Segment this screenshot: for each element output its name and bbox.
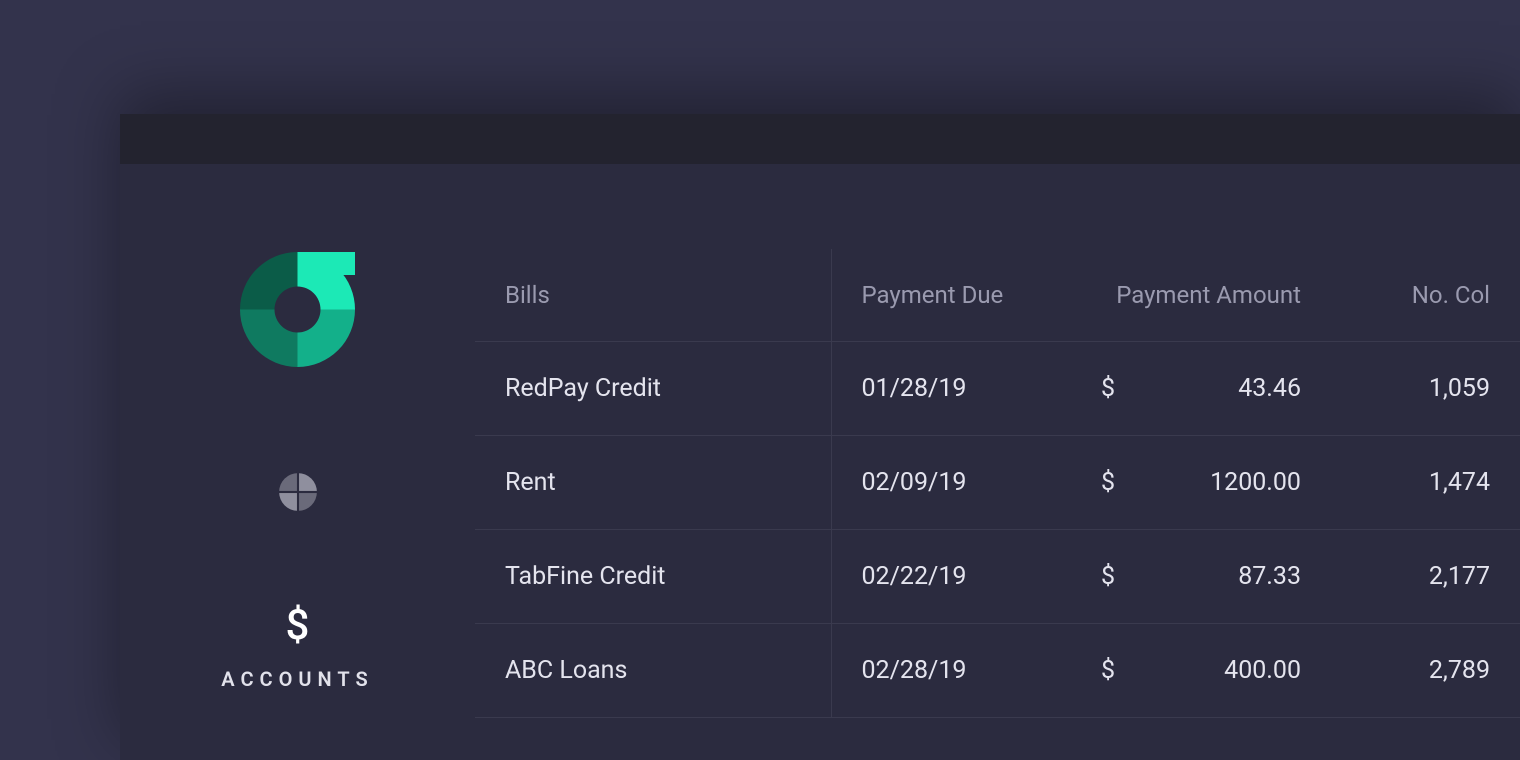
cell-bills: ABC Loans — [475, 624, 831, 718]
cell-bills: RedPay Credit — [475, 342, 831, 436]
bills-table: Bills Payment Due Payment Amount No. Col… — [475, 249, 1520, 718]
pie-chart-icon — [277, 471, 319, 517]
logo-icon — [240, 252, 355, 367]
cell-payment-due: 01/28/19 — [831, 342, 1071, 436]
currency-symbol: $ — [1101, 374, 1115, 403]
window-title-bar — [120, 114, 1520, 164]
amount-value: 400.00 — [1224, 656, 1301, 685]
currency-symbol: $ — [1101, 656, 1115, 685]
cell-no-col: 1,059 — [1301, 342, 1520, 436]
amount-value: 1200.00 — [1210, 468, 1301, 497]
amount-value: 43.46 — [1238, 374, 1301, 403]
cell-no-col: 2,177 — [1301, 530, 1520, 624]
cell-payment-due: 02/22/19 — [831, 530, 1071, 624]
currency-symbol: $ — [1101, 468, 1115, 497]
cell-payment-amount: $400.00 — [1071, 624, 1301, 718]
nav-item-overview[interactable] — [277, 471, 319, 517]
table-header-payment-amount[interactable]: Payment Amount — [1071, 249, 1301, 342]
cell-payment-amount: $43.46 — [1071, 342, 1301, 436]
cell-no-col: 2,789 — [1301, 624, 1520, 718]
table-row[interactable]: Rent02/09/19$1200.001,474 — [475, 436, 1520, 530]
cell-no-col: 1,474 — [1301, 436, 1520, 530]
cell-payment-due: 02/28/19 — [831, 624, 1071, 718]
table-header-no-col[interactable]: No. Col — [1301, 249, 1520, 342]
table-row[interactable]: TabFine Credit02/22/19$87.332,177 — [475, 530, 1520, 624]
main-content: Bills Payment Due Payment Amount No. Col… — [475, 249, 1520, 718]
table-row[interactable]: ABC Loans02/28/19$400.002,789 — [475, 624, 1520, 718]
amount-value: 87.33 — [1238, 562, 1301, 591]
table-header-row: Bills Payment Due Payment Amount No. Col — [475, 249, 1520, 342]
sidebar: $ ACCOUNTS — [120, 164, 475, 760]
cell-payment-amount: $87.33 — [1071, 530, 1301, 624]
table-header-bills[interactable]: Bills — [475, 249, 831, 342]
nav-item-label: ACCOUNTS — [221, 667, 373, 691]
cell-payment-amount: $1200.00 — [1071, 436, 1301, 530]
dollar-icon: $ — [286, 605, 310, 647]
cell-bills: TabFine Credit — [475, 530, 831, 624]
currency-symbol: $ — [1101, 562, 1115, 591]
nav-item-accounts[interactable]: $ ACCOUNTS — [221, 605, 373, 691]
cell-payment-due: 02/09/19 — [831, 436, 1071, 530]
table-header-payment-due[interactable]: Payment Due — [831, 249, 1071, 342]
bills-table-body: RedPay Credit01/28/19$43.461,059Rent02/0… — [475, 342, 1520, 718]
app-window: $ ACCOUNTS Bills Payment Due Payment Amo… — [120, 114, 1520, 760]
cell-bills: Rent — [475, 436, 831, 530]
table-row[interactable]: RedPay Credit01/28/19$43.461,059 — [475, 342, 1520, 436]
